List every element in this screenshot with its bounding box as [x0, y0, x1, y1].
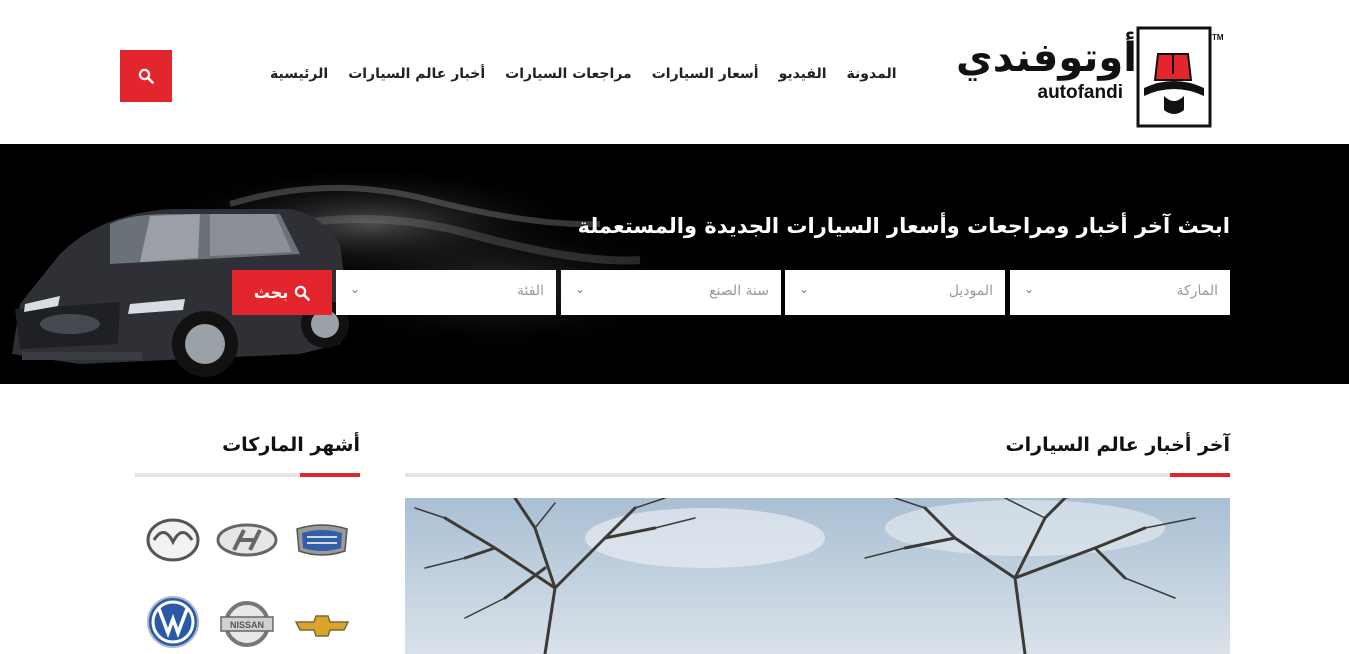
logo-fez-icon: TM — [1136, 26, 1224, 128]
brands-section-title: أشهر الماركات — [222, 434, 360, 456]
nissan-logo-text: NISSAN — [230, 620, 264, 630]
brand-chevrolet[interactable] — [290, 602, 354, 650]
brands-section-accent — [300, 473, 360, 477]
hero-search-banner: ابحث آخر أخبار ومراجعات وأسعار السيارات … — [0, 144, 1349, 384]
nav-car-prices[interactable]: أسعار السيارات — [652, 66, 759, 88]
site-logo[interactable]: أوتوفندي autofandi TM — [956, 22, 1235, 130]
mazda-logo-icon — [146, 518, 200, 562]
news-section-accent — [1170, 473, 1230, 477]
news-section-divider — [405, 473, 1230, 477]
chevron-down-icon: ⌄ — [350, 282, 361, 296]
hero-title: ابحث آخر أخبار ومراجعات وأسعار السيارات … — [577, 214, 1230, 238]
volkswagen-logo-icon — [147, 596, 199, 648]
nav-car-reviews[interactable]: مراجعات السيارات — [505, 66, 632, 88]
geely-logo-icon — [296, 524, 348, 556]
logo-latin-text: autofandi — [1037, 82, 1124, 103]
hyundai-logo-icon — [216, 523, 278, 557]
nav-car-news[interactable]: أخبار عالم السيارات — [348, 66, 485, 88]
site-header: الرئيسية أخبار عالم السيارات مراجعات الس… — [0, 0, 1349, 144]
model-select[interactable]: الموديل ⌄ — [785, 270, 1005, 315]
news-section-title: آخر أخبار عالم السيارات — [1005, 434, 1230, 456]
chevron-down-icon: ⌄ — [799, 282, 810, 296]
hero-search-button-label: بحث — [253, 283, 289, 302]
trees-photo — [405, 498, 1230, 654]
nissan-logo-icon: NISSAN — [220, 601, 274, 647]
news-featured-image[interactable] — [405, 498, 1230, 654]
header-search-button[interactable] — [120, 50, 172, 102]
year-select[interactable]: سنة الصنع ⌄ — [561, 270, 781, 315]
chevron-down-icon: ⌄ — [575, 282, 586, 296]
search-icon — [295, 285, 311, 301]
chevron-down-icon: ⌄ — [1024, 282, 1035, 296]
search-icon — [138, 68, 154, 84]
category-select[interactable]: الفئة ⌄ — [336, 270, 556, 315]
chevrolet-logo-icon — [294, 615, 350, 637]
hero-search-button[interactable]: بحث — [232, 270, 332, 315]
brand-nissan[interactable]: NISSAN — [215, 600, 279, 648]
logo-arabic-text: أوتوفندي — [956, 35, 1137, 81]
brand-hyundai[interactable] — [215, 516, 279, 564]
nav-home[interactable]: الرئيسية — [270, 66, 328, 88]
main-nav: الرئيسية أخبار عالم السيارات مراجعات الس… — [270, 66, 897, 88]
nav-video[interactable]: الفيديو — [779, 66, 827, 88]
model-select-placeholder: الموديل — [948, 283, 993, 299]
brand-geely[interactable] — [290, 516, 354, 564]
logo-trademark: TM — [1212, 33, 1224, 42]
brand-select[interactable]: الماركة ⌄ — [1010, 270, 1230, 315]
year-select-placeholder: سنة الصنع — [709, 283, 769, 299]
brand-select-placeholder: الماركة — [1176, 283, 1218, 299]
brand-volkswagen[interactable] — [141, 596, 205, 648]
nav-blog[interactable]: المدونة — [847, 66, 897, 88]
category-select-placeholder: الفئة — [517, 283, 544, 299]
brand-mazda[interactable] — [141, 516, 205, 564]
